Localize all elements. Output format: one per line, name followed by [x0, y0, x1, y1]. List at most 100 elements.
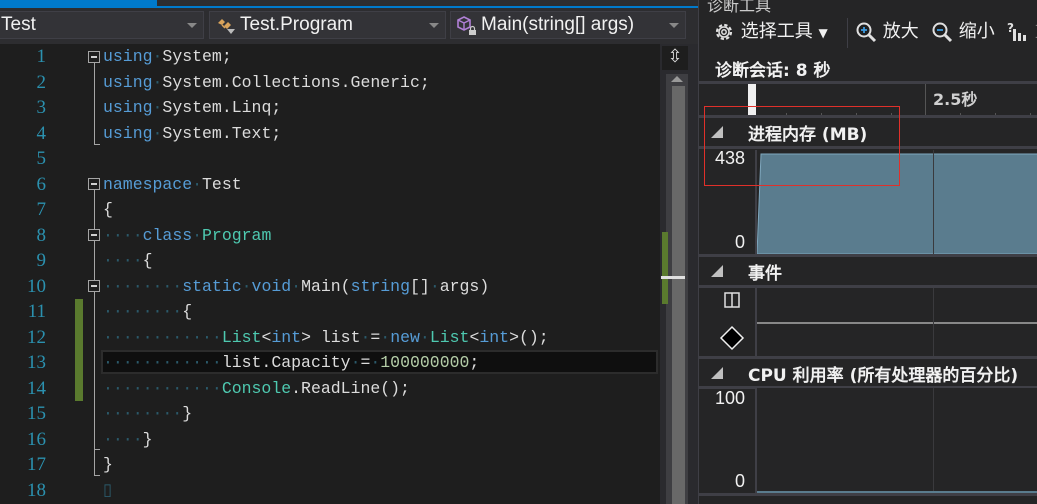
- code-token: System.Collections.Generic;: [162, 72, 430, 92]
- code-line[interactable]: 8 ····class·Program: [0, 223, 660, 249]
- scroll-up-arrow-icon[interactable]: [671, 76, 683, 82]
- code-line[interactable]: 1 using·System;: [0, 44, 660, 70]
- code-token: list.Capacity: [221, 353, 351, 372]
- code-token: ········: [103, 276, 183, 296]
- split-editor-icon[interactable]: ⇳: [662, 46, 688, 70]
- code-line[interactable]: 4 using·System.Text;: [0, 121, 660, 147]
- code-line[interactable]: 15 ········}: [0, 401, 660, 427]
- code-token: System;: [162, 47, 232, 66]
- code-token: ·: [380, 327, 391, 347]
- line-number: 12: [27, 326, 46, 348]
- select-tools-button[interactable]: 选择工具 ▼: [713, 18, 828, 46]
- line-number: 8: [36, 224, 47, 246]
- code-line[interactable]: 5: [0, 146, 660, 172]
- scrollbar-track[interactable]: [666, 74, 688, 504]
- line-number: 7: [36, 199, 47, 220]
- graph-gridline: [933, 288, 934, 356]
- scrollbar-thumb[interactable]: [672, 86, 685, 504]
- code-line[interactable]: 12 ············List<int> list·=·new·List<…: [0, 325, 660, 351]
- code-token: void: [251, 276, 292, 296]
- code-line[interactable]: 6 namespace·Test: [0, 172, 660, 198]
- line-source: using·System.Collections.Generic;: [103, 70, 430, 95]
- code-line[interactable]: 18 ▯: [0, 478, 660, 504]
- project-dropdown[interactable]: Test: [0, 11, 204, 39]
- collapse-triangle-icon[interactable]: [711, 367, 723, 379]
- code-token: using: [103, 98, 153, 117]
- code-line[interactable]: 14 ············Console.ReadLine();: [0, 376, 660, 402]
- code-token: ·: [291, 276, 302, 296]
- diagnostic-session-duration: 诊断会话: 8 秒: [715, 61, 831, 81]
- cpu-y-max-label: 100: [714, 388, 745, 408]
- zoom-in-button[interactable]: 放大: [855, 18, 919, 46]
- code-token: System.Linq;: [162, 98, 282, 117]
- events-header[interactable]: 事件: [699, 257, 1037, 285]
- code-token: ·: [152, 98, 163, 117]
- code-token: ········: [103, 302, 183, 321]
- code-line[interactable]: 17}: [0, 452, 660, 478]
- code-token: int: [271, 327, 302, 347]
- code-token: ············: [103, 327, 222, 347]
- cpu-usage-header[interactable]: CPU 利用率 (所有处理器的百分比): [699, 359, 1037, 387]
- code-line[interactable]: 2 using·System.Collections.Generic;: [0, 70, 660, 96]
- line-source: ····{: [103, 248, 153, 273]
- code-token: using: [103, 47, 153, 66]
- graph-gridline: [933, 388, 934, 493]
- code-line[interactable]: 9 ····{: [0, 248, 660, 274]
- code-token: ············: [103, 378, 222, 398]
- class-icon: [218, 19, 235, 34]
- member-dropdown-label: Main(string[] args): [481, 14, 635, 35]
- events-track[interactable]: [755, 288, 1037, 356]
- annotation-highlight-box: [704, 106, 900, 186]
- line-source: using·System;: [103, 44, 232, 69]
- zoom-in-icon: [856, 22, 877, 43]
- diagnostic-tools-panel: 诊断工具 选择工具 ▼ 放大 缩小 ? 诊断会话: 8 秒 2.5秒 进程内存 …: [698, 0, 1037, 504]
- method-icon: [457, 16, 476, 35]
- code-text-area[interactable]: 1 using·System; 2 using·System.Collections.…: [0, 44, 660, 504]
- chevron-down-icon: [669, 23, 679, 28]
- vertical-scrollbar[interactable]: ⇳: [660, 44, 698, 504]
- zoom-out-button[interactable]: 缩小: [931, 18, 995, 46]
- code-token: ········: [103, 404, 183, 423]
- code-token: =: [370, 327, 381, 347]
- code-token: ·: [429, 276, 440, 296]
- line-number: 15: [27, 403, 46, 424]
- code-line[interactable]: 11 ········{: [0, 299, 660, 325]
- line-number: 9: [36, 250, 47, 271]
- code-token: new: [390, 327, 420, 347]
- code-line[interactable]: 10 ········static·void·Main(string[]·args…: [0, 274, 660, 300]
- cpu-usage-graph[interactable]: [755, 388, 1037, 493]
- code-token: System.Text;: [162, 123, 282, 143]
- code-line[interactable]: 7{: [0, 197, 660, 223]
- code-token: {: [142, 251, 153, 270]
- code-token: >: [301, 327, 321, 347]
- code-token: ·: [370, 353, 381, 372]
- code-line[interactable]: 13 ············list.Capacity·=·100000000;: [0, 350, 660, 376]
- select-tools-label: 选择工具: [740, 21, 813, 42]
- caret-position-marker: [661, 276, 685, 279]
- code-line[interactable]: 3 using·System.Linq;: [0, 95, 660, 121]
- code-line[interactable]: 16 ····}: [0, 427, 660, 453]
- code-editor-pane: Test Test.Program Main(string[] args) 1 …: [0, 0, 698, 504]
- code-token: int: [479, 327, 510, 347]
- line-source: ············List<int> list·=·new·List<in…: [103, 325, 549, 350]
- code-token: ;: [469, 353, 480, 372]
- code-token: ·: [152, 47, 163, 66]
- collapse-triangle-icon[interactable]: [711, 265, 723, 277]
- ruler-label: 2.5秒: [933, 90, 978, 109]
- zoom-out-label: 缩小: [958, 21, 995, 42]
- zoom-in-label: 放大: [882, 21, 919, 42]
- code-token: <: [469, 327, 480, 347]
- code-token: }: [182, 404, 193, 423]
- code-token: =: [360, 353, 371, 372]
- chart-help-icon: ?: [1007, 21, 1026, 41]
- code-token: ·: [241, 276, 252, 296]
- navigation-bar: Test Test.Program Main(string[] args): [0, 8, 698, 44]
- reset-view-button[interactable]: ? 重: [1007, 18, 1037, 46]
- line-source: {: [103, 197, 113, 222]
- zoom-out-icon: [932, 22, 953, 43]
- code-token: ············: [103, 353, 222, 372]
- code-token: ····: [103, 225, 143, 245]
- class-dropdown[interactable]: Test.Program: [209, 11, 446, 39]
- member-dropdown[interactable]: Main(string[] args): [450, 11, 686, 39]
- code-token: {: [182, 302, 193, 321]
